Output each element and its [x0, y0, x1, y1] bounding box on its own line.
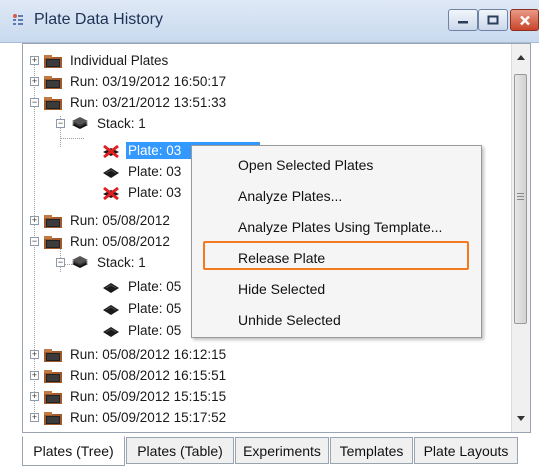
expand-toggle[interactable]: +	[30, 77, 39, 86]
close-icon	[519, 15, 530, 25]
arrow-up-icon	[516, 55, 525, 60]
minimize-button[interactable]	[448, 9, 478, 31]
tree-item-label: Stack: 1	[97, 116, 146, 131]
run-folder-icon	[44, 348, 62, 362]
tree-item-plate[interactable]: Plate: 05	[101, 320, 183, 341]
grip-line	[517, 199, 524, 200]
release-plate-highlight	[203, 241, 469, 270]
run-folder-icon	[44, 411, 62, 425]
stack-icon	[72, 255, 88, 268]
tree-item-plate[interactable]: Plate: 05	[101, 276, 183, 297]
tree-item-run[interactable]: Run: 05/08/2012	[43, 210, 172, 231]
scroll-up-button[interactable]	[512, 49, 529, 66]
tree-item-plate[interactable]: Plate: 03	[101, 182, 183, 203]
expand-toggle[interactable]: +	[30, 371, 39, 380]
tree-connector	[60, 138, 84, 139]
menu-item-analyze-plates[interactable]: Analyze Plates...	[238, 188, 342, 204]
expand-toggle[interactable]: +	[30, 392, 39, 401]
tree-item-plate[interactable]: Plate: 03	[101, 161, 183, 182]
plate-removed-icon	[103, 186, 119, 200]
run-folder-icon	[44, 214, 62, 228]
plate-removed-icon	[103, 144, 119, 158]
collapse-toggle[interactable]: −	[56, 258, 65, 267]
maximize-icon	[487, 15, 499, 25]
tree-item-stack[interactable]: Stack: 1	[70, 252, 148, 273]
tree-item-run[interactable]: Run: 05/08/2012 16:15:51	[43, 365, 228, 386]
collapse-toggle[interactable]: −	[30, 98, 39, 107]
close-button[interactable]	[510, 9, 539, 31]
run-folder-icon	[44, 75, 62, 89]
vertical-scrollbar[interactable]	[511, 44, 530, 432]
tab-plates-tree[interactable]: Plates (Tree)	[22, 436, 125, 466]
tree-item-label: Run: 05/08/2012 16:15:51	[70, 368, 227, 383]
tree-item-run[interactable]: Run: 05/09/2012 15:15:15	[43, 386, 228, 407]
app-icon	[13, 14, 23, 25]
tree-item-label: Run: 03/21/2012 13:51:33	[70, 95, 227, 110]
run-folder-icon	[44, 96, 62, 110]
run-folder-icon	[44, 390, 62, 404]
tree-item-run[interactable]: Run: 03/21/2012 13:51:33	[43, 92, 228, 113]
tree-item-label: Plate: 03	[128, 164, 182, 179]
tree-item-label: Run: 05/09/2012 15:17:52	[70, 410, 227, 425]
collapse-toggle[interactable]: −	[30, 237, 39, 246]
tab-templates[interactable]: Templates	[330, 437, 413, 464]
tree-item-label: Individual Plates	[70, 53, 169, 68]
tab-plate-layouts[interactable]: Plate Layouts	[414, 437, 518, 464]
expand-toggle[interactable]: +	[30, 216, 39, 225]
tree-item-individual-plates[interactable]: Individual Plates	[43, 50, 170, 71]
tree-item-label: Plate: 03	[128, 185, 182, 200]
plate-icon	[103, 326, 119, 337]
run-folder-icon	[44, 369, 62, 383]
tree-item-label: Plate: 05	[128, 301, 182, 316]
menu-item-hide-selected[interactable]: Hide Selected	[238, 281, 325, 297]
tree-item-run[interactable]: Run: 05/09/2012 15:17:52	[43, 407, 228, 428]
maximize-button[interactable]	[478, 9, 508, 31]
plates-folder-icon	[44, 54, 62, 68]
tab-experiments[interactable]: Experiments	[235, 437, 329, 464]
plate-icon	[103, 304, 119, 315]
tree-item-label: Run: 03/19/2012 16:50:17	[70, 74, 227, 89]
tree-item-stack[interactable]: Stack: 1	[70, 113, 148, 134]
tree-item-run[interactable]: Run: 05/08/2012	[43, 231, 172, 252]
tree-item-label: Run: 05/09/2012 15:15:15	[70, 389, 227, 404]
tree-item-label: Run: 05/08/2012	[70, 213, 170, 228]
tree-item-label: Plate: 05	[128, 323, 182, 338]
plate-icon	[103, 167, 119, 178]
menu-item-analyze-plates-using-template[interactable]: Analyze Plates Using Template...	[238, 219, 442, 235]
expand-toggle[interactable]: +	[30, 56, 39, 65]
run-folder-icon	[44, 235, 62, 249]
menu-item-open-selected-plates[interactable]: Open Selected Plates	[238, 157, 373, 173]
minimize-icon	[458, 21, 468, 24]
scroll-down-button[interactable]	[512, 410, 529, 427]
grip-line	[517, 196, 524, 197]
arrow-down-icon	[516, 416, 525, 421]
title-bar: Plate Data History	[0, 0, 539, 43]
tree-item-plate[interactable]: Plate: 05	[101, 298, 183, 319]
tree-item-label: Run: 05/08/2012 16:12:15	[70, 347, 227, 362]
scroll-thumb[interactable]	[514, 74, 527, 324]
tree-item-run[interactable]: Run: 05/08/2012 16:12:15	[43, 344, 228, 365]
menu-item-unhide-selected[interactable]: Unhide Selected	[238, 312, 341, 328]
tree-item-label: Plate: 05	[128, 279, 182, 294]
window-title: Plate Data History	[34, 11, 163, 28]
expand-toggle[interactable]: +	[30, 413, 39, 422]
expand-toggle[interactable]: +	[30, 350, 39, 359]
collapse-toggle[interactable]: −	[56, 119, 65, 128]
plate-icon	[103, 282, 119, 293]
tab-plates-table[interactable]: Plates (Table)	[126, 437, 234, 464]
grip-line	[517, 193, 524, 194]
stack-icon	[72, 116, 88, 129]
tree-item-run[interactable]: Run: 03/19/2012 16:50:17	[43, 71, 228, 92]
tree-item-label: Run: 05/08/2012	[70, 234, 170, 249]
tree-item-label: Stack: 1	[97, 255, 146, 270]
